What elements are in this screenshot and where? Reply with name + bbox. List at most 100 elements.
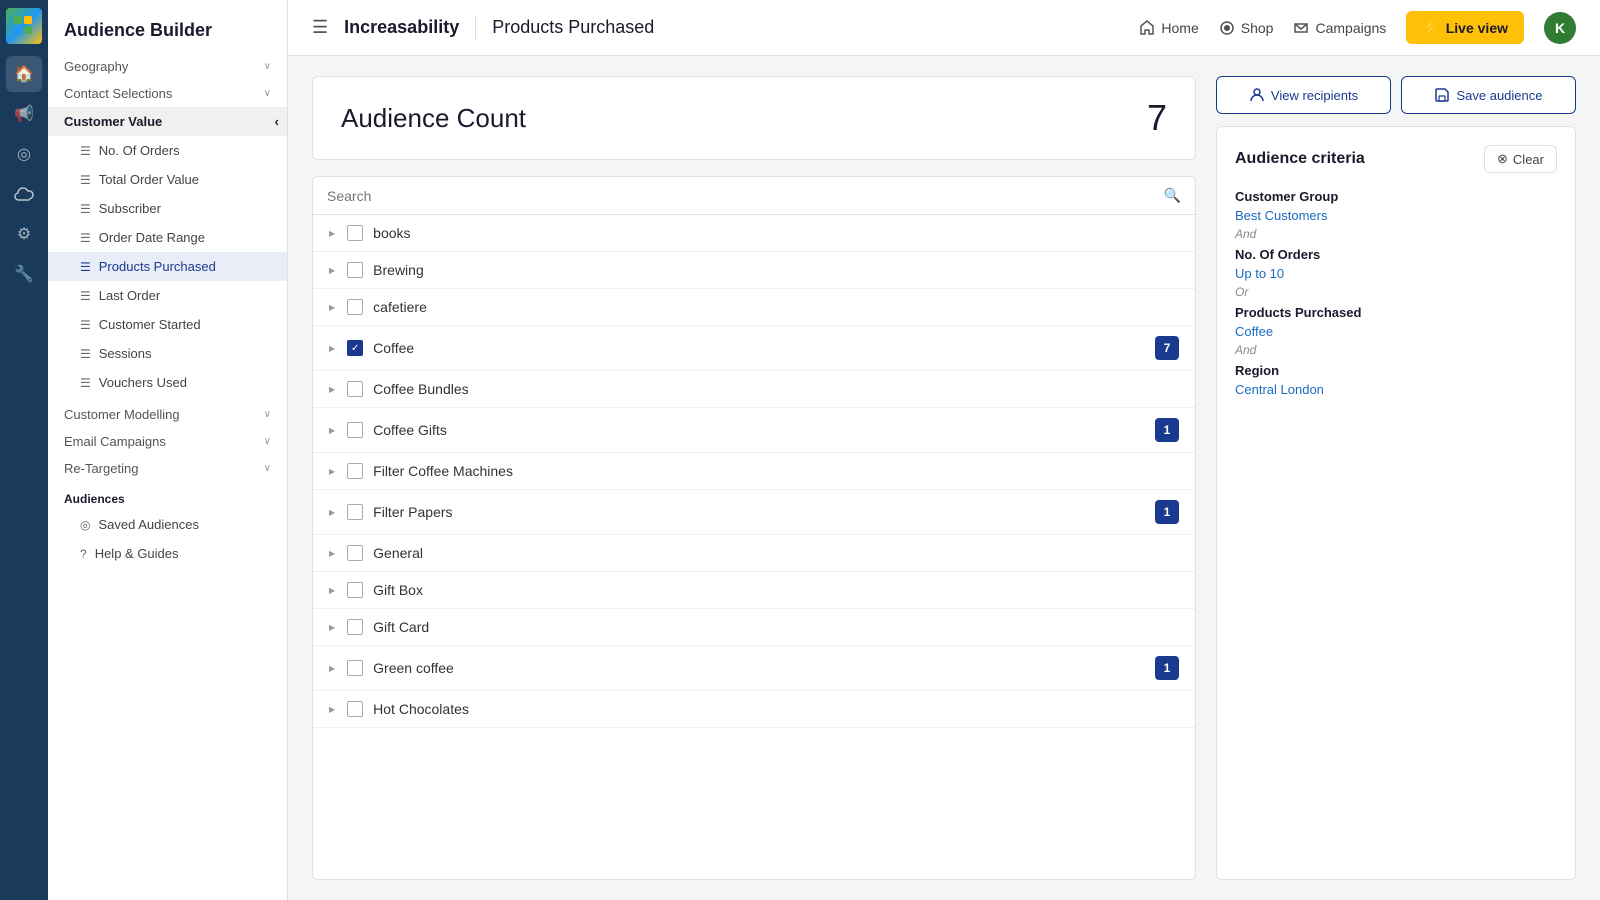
product-row[interactable]: ▶ cafetiere [313, 289, 1195, 326]
nav-icon-tools[interactable]: 🔧 [6, 256, 42, 292]
product-checkbox[interactable] [347, 504, 363, 520]
product-row[interactable]: ▶ Filter Coffee Machines [313, 453, 1195, 490]
criteria-value: Central London [1235, 382, 1557, 397]
expand-icon[interactable]: ▶ [329, 586, 335, 595]
product-row[interactable]: ▶ Gift Box [313, 572, 1195, 609]
product-checkbox[interactable] [347, 340, 363, 356]
expand-icon[interactable]: ▶ [329, 385, 335, 394]
criteria-section-title: Customer Group [1235, 189, 1557, 204]
sidebar-section-customer-value[interactable]: Customer Value ‹ [48, 107, 287, 136]
live-view-button[interactable]: ⚡ Live view [1406, 11, 1524, 44]
avatar[interactable]: K [1544, 12, 1576, 44]
clear-button[interactable]: ⊗ Clear [1484, 145, 1557, 173]
nav-icon-analytics[interactable]: ◎ [6, 136, 42, 172]
logo-icon[interactable] [6, 8, 42, 44]
brand-name: Increasability [344, 17, 459, 38]
expand-icon[interactable]: ▶ [329, 266, 335, 275]
sidebar-item-help[interactable]: ? Help & Guides [48, 539, 287, 568]
nav-icon-settings[interactable]: ⚙ [6, 216, 42, 252]
product-name: Coffee [373, 340, 1145, 356]
sidebar-header: Audience Builder [48, 0, 287, 53]
product-row[interactable]: ▶ Green coffee 1 [313, 646, 1195, 691]
topnav: ☰ Increasability Products Purchased Home… [288, 0, 1600, 56]
search-bar: 🔍 [313, 177, 1195, 215]
criteria-connector: And [1235, 343, 1557, 357]
sidebar-section-customer-modelling[interactable]: Customer Modelling ∨ [48, 401, 287, 428]
sidebar-item-order-date-range[interactable]: ☰ Order Date Range [48, 223, 287, 252]
sidebar-item-customer-started[interactable]: ☰ Customer Started [48, 310, 287, 339]
icon-bar: 🏠 📢 ◎ ⚙ 🔧 [0, 0, 48, 900]
sidebar-section-geography[interactable]: Geography ∨ [48, 53, 287, 80]
product-name: General [373, 545, 1179, 561]
chevron-down-icon: ∨ [264, 436, 271, 447]
product-checkbox[interactable] [347, 660, 363, 676]
sidebar-item-saved-audiences[interactable]: ◎ Saved Audiences [48, 510, 287, 539]
nav-icon-cloud[interactable] [6, 176, 42, 212]
chevron-down-icon: ∨ [264, 88, 271, 99]
product-checkbox[interactable] [347, 619, 363, 635]
product-name: Brewing [373, 262, 1179, 278]
product-row[interactable]: ▶ Gift Card [313, 609, 1195, 646]
product-checkbox[interactable] [347, 463, 363, 479]
sidebar-item-vouchers-used[interactable]: ☰ Vouchers Used [48, 368, 287, 397]
product-row[interactable]: ▶ books [313, 215, 1195, 252]
expand-icon[interactable]: ▶ [329, 467, 335, 476]
expand-icon[interactable]: ▶ [329, 344, 335, 353]
sidebar-section-contact[interactable]: Contact Selections ∨ [48, 80, 287, 107]
expand-icon[interactable]: ▶ [329, 426, 335, 435]
nav-icon-home[interactable]: 🏠 [6, 56, 42, 92]
left-panel: Audience Count 7 🔍 ▶ books ▶ Brewing ▶ c… [312, 76, 1196, 880]
expand-icon[interactable]: ▶ [329, 303, 335, 312]
product-row[interactable]: ▶ Coffee 7 [313, 326, 1195, 371]
criteria-section-3: Region Central London [1235, 363, 1557, 397]
product-checkbox[interactable] [347, 701, 363, 717]
view-recipients-button[interactable]: View recipients [1216, 76, 1391, 114]
expand-icon[interactable]: ▶ [329, 229, 335, 238]
sidebar-item-total-order-value[interactable]: ☰ Total Order Value [48, 165, 287, 194]
home-link[interactable]: Home [1139, 20, 1198, 36]
product-name: Gift Box [373, 582, 1179, 598]
products-panel: 🔍 ▶ books ▶ Brewing ▶ cafetiere ▶ Coffee… [312, 176, 1196, 880]
shop-link[interactable]: Shop [1219, 20, 1274, 36]
expand-icon[interactable]: ▶ [329, 705, 335, 714]
sidebar-item-last-order[interactable]: ☰ Last Order [48, 281, 287, 310]
product-checkbox[interactable] [347, 422, 363, 438]
nav-icon-megaphone[interactable]: 📢 [6, 96, 42, 132]
product-name: Coffee Gifts [373, 422, 1145, 438]
sidebar-item-subscriber[interactable]: ☰ Subscriber [48, 194, 287, 223]
list-icon: ☰ [80, 376, 91, 390]
product-checkbox[interactable] [347, 299, 363, 315]
sidebar-section-email-campaigns[interactable]: Email Campaigns ∨ [48, 428, 287, 455]
product-checkbox[interactable] [347, 545, 363, 561]
save-audience-button[interactable]: Save audience [1401, 76, 1576, 114]
product-row[interactable]: ▶ Filter Papers 1 [313, 490, 1195, 535]
product-row[interactable]: ▶ General [313, 535, 1195, 572]
product-checkbox[interactable] [347, 381, 363, 397]
product-checkbox[interactable] [347, 225, 363, 241]
product-name: Green coffee [373, 660, 1145, 676]
criteria-connector: And [1235, 227, 1557, 241]
hamburger-icon[interactable]: ☰ [312, 17, 328, 38]
search-input[interactable] [327, 188, 1156, 204]
expand-icon[interactable]: ▶ [329, 508, 335, 517]
sidebar-item-no-of-orders[interactable]: ☰ No. Of Orders [48, 136, 287, 165]
campaigns-link[interactable]: Campaigns [1293, 20, 1386, 36]
sidebar-item-sessions[interactable]: ☰ Sessions [48, 339, 287, 368]
criteria-section-title: No. Of Orders [1235, 247, 1557, 262]
criteria-sections: Customer Group Best Customers And No. Of… [1235, 189, 1557, 397]
product-row[interactable]: ▶ Coffee Bundles [313, 371, 1195, 408]
sidebar-section-retargeting[interactable]: Re-Targeting ∨ [48, 455, 287, 482]
product-row[interactable]: ▶ Hot Chocolates [313, 691, 1195, 728]
product-badge: 1 [1155, 418, 1179, 442]
expand-icon[interactable]: ▶ [329, 623, 335, 632]
clear-icon: ⊗ [1497, 151, 1508, 167]
sidebar-item-products-purchased[interactable]: ☰ Products Purchased [48, 252, 287, 281]
product-checkbox[interactable] [347, 582, 363, 598]
product-row[interactable]: ▶ Coffee Gifts 1 [313, 408, 1195, 453]
expand-icon[interactable]: ▶ [329, 549, 335, 558]
action-buttons: View recipients Save audience [1216, 76, 1576, 114]
audience-count-value: 7 [1147, 97, 1167, 139]
product-checkbox[interactable] [347, 262, 363, 278]
product-row[interactable]: ▶ Brewing [313, 252, 1195, 289]
expand-icon[interactable]: ▶ [329, 664, 335, 673]
